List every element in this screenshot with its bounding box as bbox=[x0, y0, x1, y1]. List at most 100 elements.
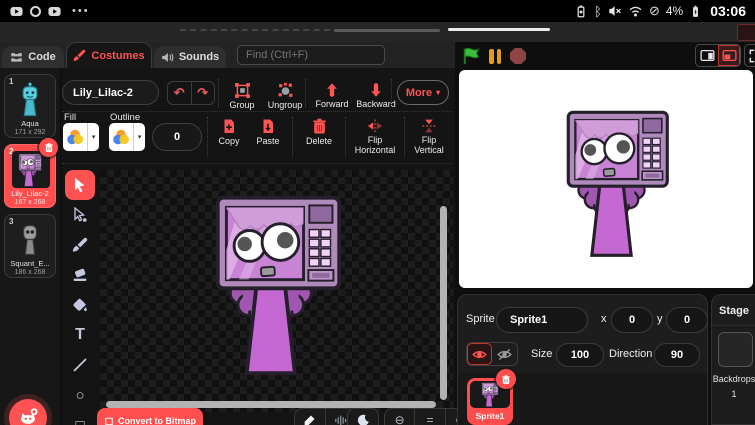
ungroup-button[interactable]: Ungroup bbox=[263, 82, 307, 111]
tab-code[interactable]: Code bbox=[2, 46, 64, 68]
pen-options-button[interactable] bbox=[295, 409, 325, 425]
do-not-disturb-icon: ⊘ bbox=[648, 3, 660, 18]
reshape-tool[interactable] bbox=[65, 200, 95, 230]
flip-vertical-button[interactable]: Flip Vertical bbox=[406, 118, 452, 156]
flip-horizontal-label: Flip Horizontal bbox=[354, 135, 396, 155]
ring-icon bbox=[30, 5, 41, 17]
costume-item-aqua[interactable]: 1 Aqua 171 x 292 bbox=[4, 74, 56, 138]
line-icon bbox=[72, 357, 88, 373]
y-label: y bbox=[657, 313, 663, 325]
pause-icon bbox=[496, 48, 501, 64]
fullscreen-icon bbox=[749, 49, 755, 63]
forward-button[interactable]: Forward bbox=[311, 82, 353, 110]
divider bbox=[218, 79, 219, 107]
delete-costume-button[interactable] bbox=[39, 138, 58, 157]
more-label: More bbox=[405, 86, 433, 99]
stroke-width-input[interactable]: 0 bbox=[152, 123, 202, 151]
large-stage-button[interactable] bbox=[718, 45, 740, 66]
eye-icon bbox=[472, 347, 487, 362]
fill-color-picker[interactable]: ▾ bbox=[63, 123, 99, 151]
line-tool[interactable] bbox=[65, 350, 95, 380]
costume-size: 186 x 268 bbox=[14, 269, 46, 276]
direction-label: Direction bbox=[609, 348, 653, 360]
zoom-reset-button[interactable]: = bbox=[414, 409, 444, 425]
trash-icon bbox=[44, 142, 54, 153]
ungroup-icon bbox=[277, 82, 294, 99]
delete-sprite-button[interactable] bbox=[496, 369, 516, 389]
tab-sounds[interactable]: Sounds bbox=[154, 46, 226, 68]
stage-controls bbox=[462, 47, 526, 65]
y-input[interactable]: 0 bbox=[666, 307, 708, 333]
battery-icon bbox=[689, 4, 702, 19]
circle-tool[interactable]: ○ bbox=[65, 380, 95, 410]
size-label: Size bbox=[531, 348, 553, 360]
divider bbox=[207, 117, 208, 157]
fill-tool[interactable] bbox=[65, 290, 95, 320]
costume-item-squant[interactable]: 3 Squant_E... 186 x 268 bbox=[4, 214, 56, 278]
ungroup-label: Ungroup bbox=[267, 100, 303, 110]
tab-sounds-label: Sounds bbox=[178, 51, 220, 63]
costume-name-input[interactable] bbox=[62, 80, 159, 105]
hide-button[interactable] bbox=[492, 343, 517, 365]
eraser-tool[interactable] bbox=[65, 260, 95, 290]
stage-selector-card[interactable]: Stage Backdrops 1 bbox=[711, 294, 755, 425]
backward-button[interactable]: Backward bbox=[353, 82, 399, 110]
direction-input[interactable]: 90 bbox=[654, 343, 700, 367]
pause-button[interactable] bbox=[489, 48, 501, 64]
drag-handle[interactable] bbox=[448, 28, 550, 31]
zoom-out-button[interactable]: ⊖ bbox=[385, 409, 414, 425]
find-input[interactable] bbox=[237, 45, 385, 65]
fullscreen-button[interactable] bbox=[744, 44, 755, 67]
brush-tool[interactable] bbox=[65, 230, 95, 260]
dark-mode-button[interactable] bbox=[348, 409, 378, 425]
undo-icon: ↶ bbox=[173, 85, 185, 100]
stroke-width-value: 0 bbox=[173, 131, 181, 143]
status-bar-right: ᛒ ⊘ 4% 03:06 bbox=[574, 3, 746, 19]
strip-dashed-line bbox=[180, 29, 330, 31]
select-tool[interactable] bbox=[65, 170, 95, 200]
sprite-name-input[interactable] bbox=[496, 307, 588, 333]
group-label: Group bbox=[229, 100, 255, 110]
backdrop-thumbnail[interactable] bbox=[718, 332, 753, 367]
canvas-horizontal-scrollbar[interactable] bbox=[106, 401, 436, 408]
group-button[interactable]: Group bbox=[222, 82, 262, 111]
undo-button[interactable]: ↶ bbox=[168, 82, 191, 104]
sprite-on-stage[interactable] bbox=[562, 108, 672, 258]
costume-size: 167 x 268 bbox=[14, 199, 46, 206]
speaker-icon bbox=[161, 51, 174, 64]
paint-canvas[interactable] bbox=[100, 170, 453, 412]
tab-code-label: Code bbox=[28, 51, 56, 63]
more-button[interactable]: More ▾ bbox=[397, 80, 449, 105]
sprite-label: Sprite bbox=[466, 313, 495, 325]
copy-icon bbox=[221, 118, 237, 135]
x-input[interactable]: 0 bbox=[611, 307, 653, 333]
delete-button[interactable]: Delete bbox=[297, 117, 341, 147]
green-flag-button[interactable] bbox=[462, 47, 480, 65]
stop-button[interactable] bbox=[510, 48, 526, 64]
backward-label: Backward bbox=[356, 99, 396, 109]
stage-card-title: Stage bbox=[719, 305, 749, 317]
tab-costumes[interactable]: Costumes bbox=[66, 42, 152, 68]
show-button[interactable] bbox=[467, 343, 492, 365]
flip-horizontal-icon bbox=[367, 118, 383, 134]
chevron-down-icon: ▾ bbox=[87, 123, 99, 151]
stage[interactable] bbox=[459, 70, 753, 288]
flip-horizontal-button[interactable]: Flip Horizontal bbox=[349, 118, 401, 156]
size-input[interactable]: 100 bbox=[556, 343, 604, 367]
outline-color-picker[interactable]: ▾ bbox=[109, 123, 145, 151]
divider bbox=[292, 117, 293, 157]
code-blocks-icon bbox=[10, 51, 23, 64]
small-stage-button[interactable] bbox=[696, 45, 718, 66]
convert-to-bitmap-button[interactable]: Convert to Bitmap bbox=[97, 408, 203, 425]
convert-to-bitmap-label: Convert to Bitmap bbox=[117, 416, 196, 425]
screen: ••• ᛒ ⊘ 4% 03:06 Code Costumes Sounds Fi… bbox=[0, 0, 755, 425]
text-tool[interactable]: T bbox=[65, 320, 95, 350]
paste-button[interactable]: Paste bbox=[248, 118, 288, 147]
canvas-vertical-scrollbar[interactable] bbox=[440, 206, 447, 400]
costume-thumbnail bbox=[19, 82, 42, 117]
rectangle-tool[interactable]: □ bbox=[65, 410, 95, 425]
reshape-cursor-icon bbox=[72, 207, 88, 223]
copy-button[interactable]: Copy bbox=[209, 118, 249, 147]
costume-name: Squant_E... bbox=[10, 259, 50, 268]
redo-button[interactable]: ↷ bbox=[190, 82, 215, 104]
